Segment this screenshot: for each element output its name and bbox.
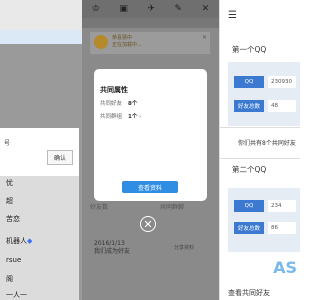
friend-total-value: 48 bbox=[268, 100, 296, 112]
view-common-friends-button[interactable]: 查看共同好友 bbox=[228, 288, 270, 298]
left-screen: 号 确认 ‪‫ 忧 超 苦恋 机器人◆ rsue 阁 一人一 bbox=[0, 0, 82, 300]
chat-icon[interactable]: ✎ bbox=[175, 4, 183, 14]
qq-value[interactable]: 230930 bbox=[268, 76, 296, 88]
gift-icon[interactable]: ▣ bbox=[119, 4, 128, 14]
left-dialog-text: 号 bbox=[4, 140, 11, 147]
watermark-logo: AS bbox=[273, 258, 297, 277]
friend-total-label: 好友总数 bbox=[234, 100, 264, 112]
diamond-icon: ◆ bbox=[27, 237, 33, 245]
friend-since-text: 我们成为好友 bbox=[94, 248, 131, 255]
list-item[interactable]: 苦恋 bbox=[6, 214, 20, 224]
first-qq-title: 第一个QQ bbox=[232, 45, 267, 54]
common-friends-row[interactable]: 共同好友 8个 bbox=[100, 99, 137, 107]
qq-value[interactable]: 234 bbox=[268, 200, 296, 212]
list-item[interactable]: rsue bbox=[6, 256, 21, 264]
list-item[interactable]: 机器人◆ bbox=[6, 236, 32, 246]
friends-count-label: 好友数 bbox=[90, 204, 109, 211]
second-qq-title: 第二个QQ bbox=[232, 165, 267, 174]
left-blue-bar bbox=[0, 30, 82, 44]
friend-date: 2016/1/13 bbox=[94, 240, 125, 247]
row-label: 共同群组 bbox=[100, 114, 123, 120]
x-icon[interactable]: ✕ bbox=[202, 4, 210, 14]
view-profile-button[interactable]: 查看资料 bbox=[122, 181, 178, 193]
left-confirm-dialog: 号 确认 bbox=[0, 128, 79, 176]
row-label: 共同好友 bbox=[100, 101, 123, 107]
list-item[interactable]: 一人一 bbox=[6, 290, 27, 300]
common-attributes-dialog: 共同属性 共同好友 8个 共同群组 1个 › 查看资料 bbox=[94, 69, 207, 201]
row-value: 8个 bbox=[128, 101, 138, 107]
chevron-right-icon: › bbox=[139, 114, 142, 120]
ad-logo-icon bbox=[94, 35, 108, 49]
qq-label: QQ bbox=[234, 200, 264, 212]
common-friends-banner: 你们共有8个共同好友 bbox=[220, 127, 300, 159]
dialog-title: 共同属性 bbox=[100, 86, 128, 94]
friend-total-value: 86 bbox=[268, 222, 296, 234]
close-icon[interactable]: ✕ bbox=[202, 34, 207, 41]
ad-title: 恭喜猜中 bbox=[112, 35, 133, 41]
list-item[interactable]: 超 bbox=[6, 196, 13, 206]
trophy-icon[interactable]: ♔ bbox=[92, 4, 100, 14]
common-friends-text: 你们共有8个共同好友 bbox=[238, 140, 296, 147]
common-groups-row[interactable]: 共同群组 1个 › bbox=[100, 112, 141, 120]
share-link[interactable]: 分享资料 bbox=[174, 244, 194, 251]
first-qq-card: QQ 230930 好友总数 48 bbox=[228, 62, 300, 126]
close-icon[interactable]: ✕ bbox=[140, 216, 156, 232]
middle-subrow bbox=[82, 18, 219, 28]
list-item-label: 机器人 bbox=[6, 237, 27, 245]
friend-total-label: 好友总数 bbox=[234, 222, 264, 234]
right-screen: ☰ 第一个QQ QQ 230930 好友总数 48 你们共有8个共同好友 第二个… bbox=[219, 0, 300, 300]
ad-subtitle: 正在加载中... bbox=[112, 42, 142, 48]
middle-toolbar: ♔ ▣ ✈ ✎ ✕ bbox=[82, 0, 219, 18]
ad-banner[interactable]: 恭喜猜中 正在加载中... ✕ bbox=[90, 32, 210, 54]
middle-screen: ♔ ▣ ✈ ✎ ✕ 恭喜猜中 正在加载中... ✕ 好友数 共同群聊 2016/… bbox=[82, 0, 219, 300]
second-qq-card: QQ 234 好友总数 86 bbox=[228, 188, 300, 252]
rocket-icon[interactable]: ✈ bbox=[147, 4, 155, 14]
common-groups-label: 共同群聊 bbox=[160, 204, 185, 211]
list-item[interactable]: ‪‫ 忧 bbox=[6, 178, 14, 188]
row-value: 1个 bbox=[128, 114, 138, 120]
left-list: ‪‫ 忧 超 苦恋 机器人◆ rsue 阁 一人一 bbox=[0, 176, 79, 300]
list-item[interactable]: 阁 bbox=[6, 274, 13, 284]
menu-icon[interactable]: ☰ bbox=[228, 10, 237, 21]
qq-label: QQ bbox=[234, 76, 264, 88]
confirm-button[interactable]: 确认 bbox=[47, 150, 73, 165]
